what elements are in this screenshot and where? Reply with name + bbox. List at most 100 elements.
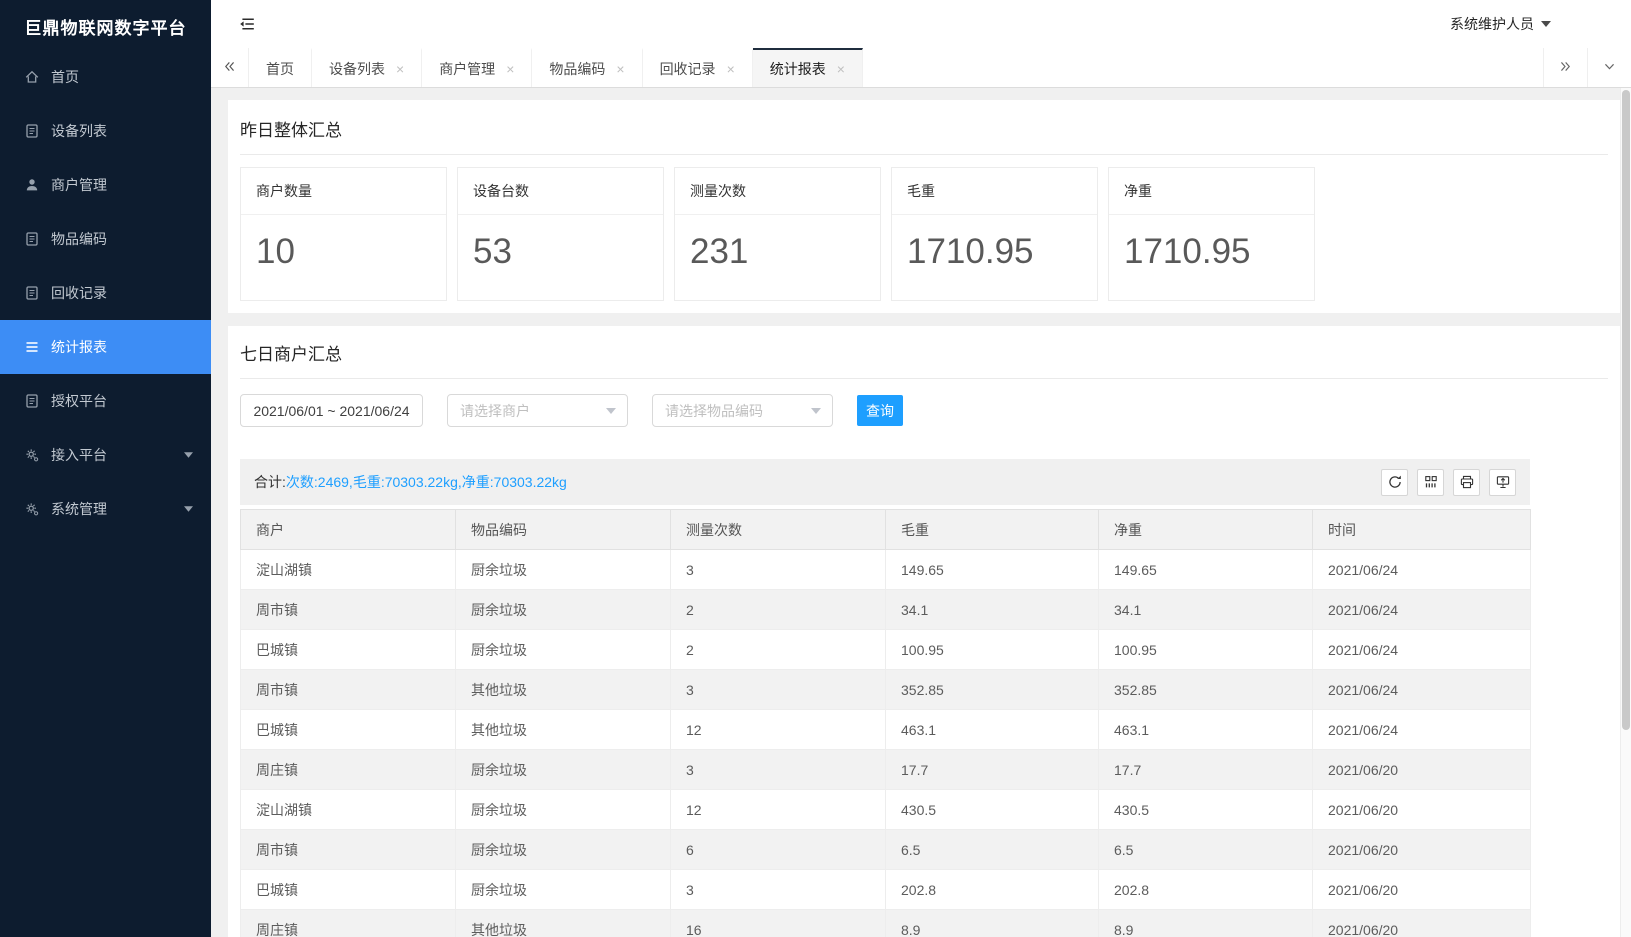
stat-card-value: 10 bbox=[241, 215, 446, 300]
table-cell: 17.7 bbox=[886, 750, 1099, 790]
table-row: 周市镇厨余垃圾234.134.12021/06/24 bbox=[241, 590, 1531, 630]
table-cell: 厨余垃圾 bbox=[456, 870, 671, 910]
table-cell: 厨余垃圾 bbox=[456, 550, 671, 590]
weekly-summary-title: 七日商户汇总 bbox=[240, 340, 1608, 379]
sidebar-item-access-platform[interactable]: 接入平台 bbox=[0, 428, 211, 482]
sidebar-item-device-list[interactable]: 设备列表 bbox=[0, 104, 211, 158]
sidebar-item-merchant-mgmt[interactable]: 商户管理 bbox=[0, 158, 211, 212]
user-dropdown[interactable]: 系统维护人员 bbox=[1450, 14, 1551, 34]
tab-stats-report[interactable]: 统计报表 × bbox=[753, 48, 863, 87]
scrollbar-thumb[interactable] bbox=[1622, 90, 1630, 730]
table-cell: 3 bbox=[671, 750, 886, 790]
close-icon[interactable]: × bbox=[727, 62, 735, 76]
close-icon[interactable]: × bbox=[506, 62, 514, 76]
table-cell: 12 bbox=[671, 790, 886, 830]
tab-bar-right bbox=[1543, 48, 1631, 87]
print-button[interactable] bbox=[1453, 469, 1480, 496]
table-cell: 463.1 bbox=[886, 710, 1099, 750]
stat-card-label: 毛重 bbox=[892, 168, 1097, 215]
document-icon bbox=[24, 123, 41, 140]
table-cell: 6 bbox=[671, 830, 886, 870]
tab-label: 回收记录 bbox=[660, 59, 716, 79]
close-icon[interactable]: × bbox=[396, 62, 404, 76]
caret-down-icon bbox=[811, 408, 821, 414]
sidebar-item-label: 统计报表 bbox=[51, 337, 107, 357]
table-cell: 厨余垃圾 bbox=[456, 830, 671, 870]
tab-device-list[interactable]: 设备列表× bbox=[312, 48, 422, 87]
table-cell: 352.85 bbox=[1099, 670, 1313, 710]
tabs-menu-button[interactable] bbox=[1587, 48, 1631, 87]
table-cell: 淀山湖镇 bbox=[241, 790, 456, 830]
sidebar-item-recycle-records[interactable]: 回收记录 bbox=[0, 266, 211, 320]
table-cell: 3 bbox=[671, 670, 886, 710]
table-cell: 2021/06/24 bbox=[1313, 590, 1531, 630]
sidebar-item-item-code[interactable]: 物品编码 bbox=[0, 212, 211, 266]
table-cell: 周市镇 bbox=[241, 670, 456, 710]
table-cell: 厨余垃圾 bbox=[456, 590, 671, 630]
table-cell: 2021/06/24 bbox=[1313, 630, 1531, 670]
item-code-select[interactable]: 请选择物品编码 bbox=[652, 394, 833, 427]
table-cell: 2 bbox=[671, 590, 886, 630]
search-button[interactable]: 查询 bbox=[857, 395, 903, 426]
tab-home[interactable]: 首页 bbox=[249, 48, 312, 87]
page-content: 昨日整体汇总 商户数量10设备台数53测量次数231毛重1710.95净重171… bbox=[211, 88, 1620, 937]
stat-card: 商户数量10 bbox=[240, 167, 447, 301]
table-cell: 厨余垃圾 bbox=[456, 790, 671, 830]
weekly-summary-panel: 七日商户汇总 请选择商户 请选择物品编码 查询 合计:次数:2469,毛重:70… bbox=[228, 326, 1620, 937]
tab-list: 首页设备列表×商户管理×物品编码×回收记录×统计报表× bbox=[249, 48, 863, 87]
tabs-scroll-left-button[interactable] bbox=[211, 48, 249, 87]
sidebar-item-auth-platform[interactable]: 授权平台 bbox=[0, 374, 211, 428]
refresh-button[interactable] bbox=[1381, 469, 1408, 496]
table-cell: 周庄镇 bbox=[241, 910, 456, 937]
sidebar-item-home[interactable]: 首页 bbox=[0, 50, 211, 104]
tab-label: 商户管理 bbox=[439, 59, 495, 79]
print-icon bbox=[1459, 474, 1475, 490]
stat-card: 设备台数53 bbox=[457, 167, 664, 301]
table-cell: 周市镇 bbox=[241, 590, 456, 630]
table-cell: 463.1 bbox=[1099, 710, 1313, 750]
tabs-scroll-right-button[interactable] bbox=[1543, 48, 1587, 87]
table-cell: 巴城镇 bbox=[241, 870, 456, 910]
close-icon[interactable]: × bbox=[837, 62, 845, 76]
column-header: 物品编码 bbox=[456, 510, 671, 550]
stat-card-value: 1710.95 bbox=[1109, 215, 1314, 300]
topbar: 系统维护人员 bbox=[211, 0, 1631, 48]
table-cell: 202.8 bbox=[886, 870, 1099, 910]
columns-icon bbox=[1423, 474, 1439, 490]
table-cell: 3 bbox=[671, 550, 886, 590]
table-cell: 352.85 bbox=[886, 670, 1099, 710]
column-header: 时间 bbox=[1313, 510, 1531, 550]
merchant-select[interactable]: 请选择商户 bbox=[447, 394, 628, 427]
stat-card-label: 设备台数 bbox=[458, 168, 663, 215]
table-cell: 周庄镇 bbox=[241, 750, 456, 790]
caret-down-icon bbox=[606, 408, 616, 414]
sidebar-item-system-mgmt[interactable]: 系统管理 bbox=[0, 482, 211, 536]
sidebar-item-label: 首页 bbox=[51, 67, 79, 87]
date-range-input[interactable] bbox=[240, 394, 423, 427]
close-icon[interactable]: × bbox=[616, 62, 624, 76]
table-body: 淀山湖镇厨余垃圾3149.65149.652021/06/24周市镇厨余垃圾23… bbox=[241, 550, 1531, 937]
table-row: 周市镇其他垃圾3352.85352.852021/06/24 bbox=[241, 670, 1531, 710]
tab-merchant-mgmt[interactable]: 商户管理 × bbox=[422, 48, 532, 87]
table-cell: 6.5 bbox=[1099, 830, 1313, 870]
table-cell: 34.1 bbox=[886, 590, 1099, 630]
chevron-down-icon bbox=[1602, 60, 1617, 76]
table-cell: 100.95 bbox=[1099, 630, 1313, 670]
tab-item-code[interactable]: 物品编码× bbox=[532, 48, 642, 87]
table-row: 巴城镇厨余垃圾2100.95100.952021/06/24 bbox=[241, 630, 1531, 670]
app-logo: 巨鼎物联网数字平台 bbox=[0, 0, 211, 48]
table-cell: 8.9 bbox=[886, 910, 1099, 937]
sidebar-item-label: 授权平台 bbox=[51, 391, 107, 411]
columns-button[interactable] bbox=[1417, 469, 1444, 496]
tab-recycle-records[interactable]: 回收记录 × bbox=[643, 48, 753, 87]
sidebar-item-stats-report[interactable]: 统计报表 bbox=[0, 320, 211, 374]
stat-card-label: 净重 bbox=[1109, 168, 1314, 215]
sidebar-collapse-icon[interactable] bbox=[237, 14, 259, 34]
tab-label: 统计报表 bbox=[770, 59, 826, 79]
table-cell: 2021/06/20 bbox=[1313, 790, 1531, 830]
sidebar-item-label: 设备列表 bbox=[51, 121, 107, 141]
export-button[interactable] bbox=[1489, 469, 1516, 496]
table-cell: 3 bbox=[671, 870, 886, 910]
table-cell: 2021/06/20 bbox=[1313, 830, 1531, 870]
report-grid: 合计:次数:2469,毛重:70303.22kg,净重:70303.22kg 商… bbox=[240, 459, 1530, 937]
